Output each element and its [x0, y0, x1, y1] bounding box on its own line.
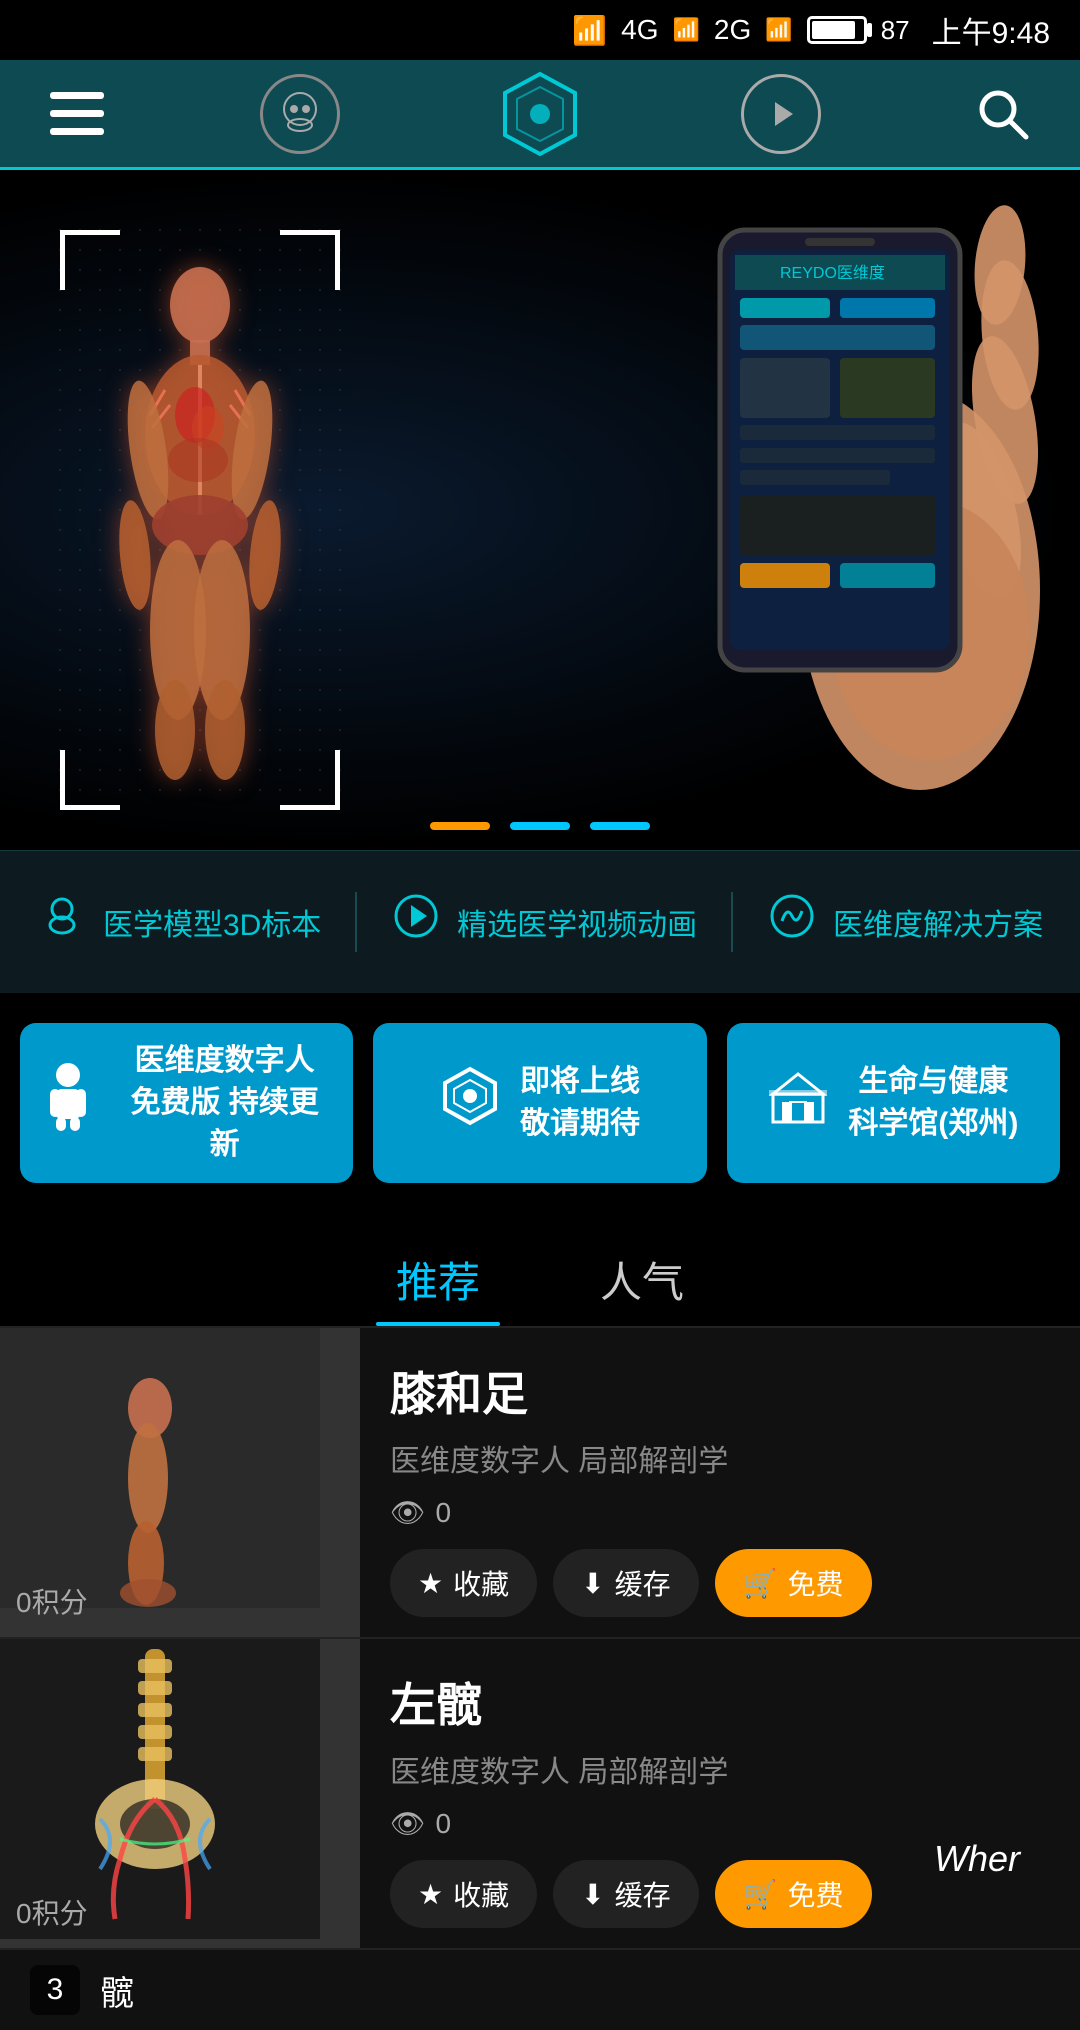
title-3: 髋 [100, 1966, 134, 2015]
status-bar: 📶 4G 📶 2G 📶 87 上午9:48 [0, 0, 1080, 60]
banner-section: REYDO医维度 [0, 170, 1080, 850]
feature-3d-label: 医学模型3D标本 [103, 900, 321, 944]
list-body-1: 膝和足 医维度数字人 局部解剖学 👁 0 ★ 收藏 ⬇ 缓存 🛒 免费 [360, 1328, 1080, 1637]
feature-video[interactable]: 精选医学视频动画 [391, 891, 697, 953]
cart-icon-2: 🛒 [743, 1878, 778, 1911]
play-button[interactable] [741, 74, 821, 154]
signal-bars-1: 📶 [673, 17, 700, 43]
star-icon-2: ★ [418, 1878, 443, 1911]
subtitle-1: 医维度数字人 局部解剖学 [390, 1436, 1050, 1480]
navbar [0, 60, 1080, 170]
hex-logo[interactable] [495, 69, 585, 159]
star-icon-1: ★ [418, 1567, 443, 1600]
thumb-2: 2 0积分 [0, 1639, 360, 1948]
score-2: 0积分 [16, 1892, 88, 1932]
slide-dot-1[interactable] [430, 822, 490, 830]
list-item-1: 1 0积分 膝和足 医维度数字人 局部解剖学 👁 0 ★ 收藏 ⬇ [0, 1328, 1080, 1639]
leg-image [0, 1328, 320, 1608]
quick-btn-museum[interactable]: 生命与健康 科学馆(郑州) [727, 1023, 1060, 1183]
quick-access-section: 医维度数字人 免费版 持续更新 即将上线 敬请期待 [0, 993, 1080, 1213]
quick-btn-coming-soon[interactable]: 即将上线 敬请期待 [373, 1023, 706, 1183]
tab-popular[interactable]: 人气 [580, 1233, 704, 1326]
views-1: 👁 0 [390, 1496, 1050, 1529]
quick-btn-digital-human[interactable]: 医维度数字人 免费版 持续更新 [20, 1023, 353, 1183]
solution-icon [767, 891, 817, 953]
svg-text:REYDO医维度: REYDO医维度 [780, 264, 885, 282]
human-icon [40, 1061, 96, 1145]
building-icon [768, 1066, 828, 1140]
views-2: 👁 0 [390, 1807, 1050, 1840]
phone-in-hand: REYDO医维度 [500, 170, 1080, 850]
hand-svg: REYDO医维度 [500, 170, 1080, 850]
free-btn-1[interactable]: 🛒 免费 [715, 1549, 872, 1617]
cart-icon-1: 🛒 [743, 1567, 778, 1600]
slide-dot-2[interactable] [510, 822, 570, 830]
quick-btn-museum-text: 生命与健康 科学馆(郑州) [848, 1061, 1018, 1145]
quick-btn-digital-human-text: 医维度数字人 免费版 持续更新 [116, 1040, 333, 1166]
menu-button[interactable] [50, 92, 104, 136]
signal-bars-2: 📶 [765, 17, 792, 43]
model-icon [37, 891, 87, 953]
subtitle-2: 医维度数字人 局部解剖学 [390, 1747, 1050, 1791]
features-row: 医学模型3D标本 精选医学视频动画 医维度解决方案 [0, 850, 1080, 993]
tab-recommended[interactable]: 推荐 [376, 1233, 500, 1326]
time-display: 上午9:48 [932, 8, 1050, 52]
signal-2g: 2G [714, 14, 751, 46]
collect-btn-2[interactable]: ★ 收藏 [390, 1860, 537, 1928]
cache-btn-1[interactable]: ⬇ 缓存 [553, 1549, 698, 1617]
divider-2 [731, 892, 733, 952]
feature-3d-models[interactable]: 医学模型3D标本 [37, 891, 321, 953]
hex-btn-icon [440, 1066, 500, 1140]
cache-btn-2[interactable]: ⬇ 缓存 [553, 1860, 698, 1928]
title-2: 左髋 [390, 1669, 1050, 1735]
actions-1: ★ 收藏 ⬇ 缓存 🛒 免费 [390, 1549, 1050, 1617]
free-btn-2[interactable]: 🛒 免费 [715, 1860, 872, 1928]
list-body-2: 左髋 医维度数字人 局部解剖学 👁 0 ★ 收藏 ⬇ 缓存 🛒 免费 [360, 1639, 1080, 1948]
battery-percent: 87 [881, 15, 910, 46]
anatomy-body-svg [90, 260, 310, 780]
signal-4g: 4G [621, 14, 658, 46]
title-1: 膝和足 [390, 1358, 1050, 1424]
divider-1 [355, 892, 357, 952]
download-icon-2: ⬇ [581, 1878, 604, 1911]
wifi-icon: 📶 [572, 14, 607, 47]
slide-dot-3[interactable] [590, 822, 650, 830]
thumb-1: 1 0积分 [0, 1328, 360, 1637]
quick-btn-coming-soon-text: 即将上线 敬请期待 [520, 1061, 640, 1145]
list-item-2: 2 0积分 左髋 医维度数字人 局部解剖学 [0, 1639, 1080, 1950]
feature-solution-label: 医维度解决方案 [833, 900, 1043, 944]
search-button[interactable] [976, 87, 1030, 141]
play-circle-icon [391, 891, 441, 953]
feature-video-label: 精选医学视频动画 [457, 900, 697, 944]
rank-3: 3 [30, 1965, 80, 2015]
human-body-figure [60, 230, 340, 810]
collect-btn-1[interactable]: ★ 收藏 [390, 1549, 537, 1617]
eye-icon-1: 👁 [390, 1496, 426, 1529]
slide-indicators [430, 822, 650, 830]
skull-icon[interactable] [260, 74, 340, 154]
eye-icon-2: 👁 [390, 1807, 426, 1840]
list-item-3-stub: 3 髋 [0, 1950, 1080, 2030]
tabs-row: 推荐 人气 [0, 1213, 1080, 1326]
battery-indicator [807, 16, 867, 44]
download-icon-1: ⬇ [581, 1567, 604, 1600]
score-1: 0积分 [16, 1581, 88, 1621]
feature-solution[interactable]: 医维度解决方案 [767, 891, 1043, 953]
watermark: Wher [934, 1838, 1020, 1880]
